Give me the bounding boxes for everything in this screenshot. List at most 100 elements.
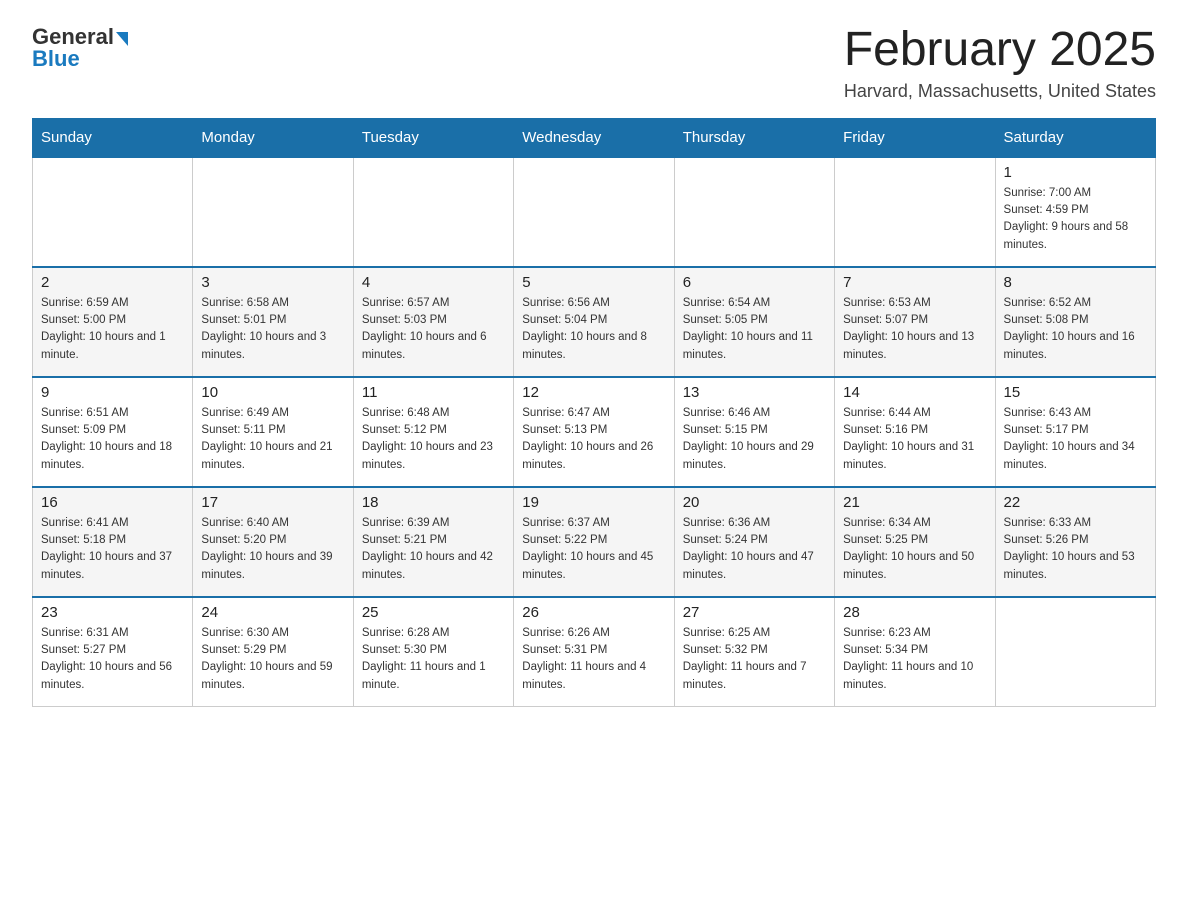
day-number: 16 xyxy=(41,494,184,511)
day-info: Sunrise: 6:51 AM Sunset: 5:09 PM Dayligh… xyxy=(41,405,184,474)
day-of-week-header: Wednesday xyxy=(514,118,674,157)
day-info: Sunrise: 6:48 AM Sunset: 5:12 PM Dayligh… xyxy=(362,405,505,474)
day-number: 12 xyxy=(522,384,665,401)
calendar-week-row: 9 Sunrise: 6:51 AM Sunset: 5:09 PM Daylig… xyxy=(33,377,1156,487)
day-info: Sunrise: 6:41 AM Sunset: 5:18 PM Dayligh… xyxy=(41,515,184,584)
day-info: Sunrise: 6:46 AM Sunset: 5:15 PM Dayligh… xyxy=(683,405,826,474)
calendar-cell: 20 Sunrise: 6:36 AM Sunset: 5:24 PM Dayli… xyxy=(674,487,834,597)
calendar-cell: 3 Sunrise: 6:58 AM Sunset: 5:01 PM Daylig… xyxy=(193,267,353,377)
day-number: 27 xyxy=(683,604,826,621)
calendar-cell: 1Sunrise: 7:00 AM Sunset: 4:59 PM Daylig… xyxy=(995,157,1155,267)
day-info: Sunrise: 6:36 AM Sunset: 5:24 PM Dayligh… xyxy=(683,515,826,584)
day-info: Sunrise: 6:28 AM Sunset: 5:30 PM Dayligh… xyxy=(362,625,505,694)
calendar-cell: 22 Sunrise: 6:33 AM Sunset: 5:26 PM Dayli… xyxy=(995,487,1155,597)
day-info: Sunrise: 6:49 AM Sunset: 5:11 PM Dayligh… xyxy=(201,405,344,474)
day-info: Sunrise: 6:47 AM Sunset: 5:13 PM Dayligh… xyxy=(522,405,665,474)
day-number: 9 xyxy=(41,384,184,401)
day-number: 2 xyxy=(41,274,184,291)
day-number: 24 xyxy=(201,604,344,621)
calendar-cell: 21 Sunrise: 6:34 AM Sunset: 5:25 PM Dayli… xyxy=(835,487,995,597)
calendar-cell xyxy=(835,157,995,267)
day-number: 25 xyxy=(362,604,505,621)
day-number: 17 xyxy=(201,494,344,511)
day-of-week-header: Monday xyxy=(193,118,353,157)
page-header: General Blue February 2025 Harvard, Mass… xyxy=(32,24,1156,102)
day-number: 13 xyxy=(683,384,826,401)
calendar-cell: 4 Sunrise: 6:57 AM Sunset: 5:03 PM Daylig… xyxy=(353,267,513,377)
logo: General Blue xyxy=(32,24,128,72)
day-info: Sunrise: 6:58 AM Sunset: 5:01 PM Dayligh… xyxy=(201,295,344,364)
day-of-week-header: Tuesday xyxy=(353,118,513,157)
day-number: 6 xyxy=(683,274,826,291)
day-number: 21 xyxy=(843,494,986,511)
day-of-week-header: Saturday xyxy=(995,118,1155,157)
day-info: Sunrise: 6:30 AM Sunset: 5:29 PM Dayligh… xyxy=(201,625,344,694)
location-text: Harvard, Massachusetts, United States xyxy=(844,81,1156,102)
calendar-cell: 11 Sunrise: 6:48 AM Sunset: 5:12 PM Dayli… xyxy=(353,377,513,487)
calendar-cell: 6Sunrise: 6:54 AM Sunset: 5:05 PM Daylig… xyxy=(674,267,834,377)
day-info: Sunrise: 6:43 AM Sunset: 5:17 PM Dayligh… xyxy=(1004,405,1147,474)
day-of-week-header: Friday xyxy=(835,118,995,157)
day-info: Sunrise: 6:31 AM Sunset: 5:27 PM Dayligh… xyxy=(41,625,184,694)
calendar-cell: 9 Sunrise: 6:51 AM Sunset: 5:09 PM Daylig… xyxy=(33,377,193,487)
calendar-cell xyxy=(353,157,513,267)
day-info: Sunrise: 6:59 AM Sunset: 5:00 PM Dayligh… xyxy=(41,295,184,364)
calendar-cell: 14 Sunrise: 6:44 AM Sunset: 5:16 PM Dayli… xyxy=(835,377,995,487)
calendar-cell xyxy=(33,157,193,267)
calendar-cell: 24 Sunrise: 6:30 AM Sunset: 5:29 PM Dayli… xyxy=(193,597,353,707)
day-number: 4 xyxy=(362,274,505,291)
day-info: Sunrise: 6:23 AM Sunset: 5:34 PM Dayligh… xyxy=(843,625,986,694)
calendar-cell: 19 Sunrise: 6:37 AM Sunset: 5:22 PM Dayli… xyxy=(514,487,674,597)
calendar-cell: 15Sunrise: 6:43 AM Sunset: 5:17 PM Dayli… xyxy=(995,377,1155,487)
calendar-week-row: 16 Sunrise: 6:41 AM Sunset: 5:18 PM Dayli… xyxy=(33,487,1156,597)
calendar-cell: 16 Sunrise: 6:41 AM Sunset: 5:18 PM Dayli… xyxy=(33,487,193,597)
calendar-week-row: 1Sunrise: 7:00 AM Sunset: 4:59 PM Daylig… xyxy=(33,157,1156,267)
calendar-cell: 26 Sunrise: 6:26 AM Sunset: 5:31 PM Dayli… xyxy=(514,597,674,707)
calendar-body: 1Sunrise: 7:00 AM Sunset: 4:59 PM Daylig… xyxy=(33,157,1156,707)
day-number: 20 xyxy=(683,494,826,511)
day-number: 14 xyxy=(843,384,986,401)
calendar-cell xyxy=(193,157,353,267)
calendar-header: SundayMondayTuesdayWednesdayThursdayFrid… xyxy=(33,118,1156,157)
calendar-cell xyxy=(674,157,834,267)
day-of-week-header: Thursday xyxy=(674,118,834,157)
day-info: Sunrise: 6:37 AM Sunset: 5:22 PM Dayligh… xyxy=(522,515,665,584)
calendar-cell: 28 Sunrise: 6:23 AM Sunset: 5:34 PM Dayli… xyxy=(835,597,995,707)
calendar-cell: 27 Sunrise: 6:25 AM Sunset: 5:32 PM Dayli… xyxy=(674,597,834,707)
logo-arrow-icon xyxy=(116,32,128,46)
day-info: Sunrise: 6:57 AM Sunset: 5:03 PM Dayligh… xyxy=(362,295,505,364)
day-number: 7 xyxy=(843,274,986,291)
calendar-table: SundayMondayTuesdayWednesdayThursdayFrid… xyxy=(32,118,1156,708)
day-number: 3 xyxy=(201,274,344,291)
day-of-week-header: Sunday xyxy=(33,118,193,157)
day-number: 11 xyxy=(362,384,505,401)
day-info: Sunrise: 6:26 AM Sunset: 5:31 PM Dayligh… xyxy=(522,625,665,694)
calendar-cell: 25 Sunrise: 6:28 AM Sunset: 5:30 PM Dayli… xyxy=(353,597,513,707)
title-section: February 2025 Harvard, Massachusetts, Un… xyxy=(844,24,1156,102)
day-number: 18 xyxy=(362,494,505,511)
calendar-cell: 12 Sunrise: 6:47 AM Sunset: 5:13 PM Dayli… xyxy=(514,377,674,487)
day-number: 8 xyxy=(1004,274,1147,291)
calendar-cell: 2 Sunrise: 6:59 AM Sunset: 5:00 PM Daylig… xyxy=(33,267,193,377)
day-number: 28 xyxy=(843,604,986,621)
calendar-cell xyxy=(995,597,1155,707)
day-info: Sunrise: 6:25 AM Sunset: 5:32 PM Dayligh… xyxy=(683,625,826,694)
day-info: Sunrise: 6:44 AM Sunset: 5:16 PM Dayligh… xyxy=(843,405,986,474)
calendar-cell: 23 Sunrise: 6:31 AM Sunset: 5:27 PM Dayli… xyxy=(33,597,193,707)
calendar-cell: 17 Sunrise: 6:40 AM Sunset: 5:20 PM Dayli… xyxy=(193,487,353,597)
day-number: 10 xyxy=(201,384,344,401)
day-number: 23 xyxy=(41,604,184,621)
calendar-week-row: 2 Sunrise: 6:59 AM Sunset: 5:00 PM Daylig… xyxy=(33,267,1156,377)
day-info: Sunrise: 7:00 AM Sunset: 4:59 PM Dayligh… xyxy=(1004,185,1147,254)
calendar-cell: 13 Sunrise: 6:46 AM Sunset: 5:15 PM Dayli… xyxy=(674,377,834,487)
day-info: Sunrise: 6:40 AM Sunset: 5:20 PM Dayligh… xyxy=(201,515,344,584)
calendar-cell: 10 Sunrise: 6:49 AM Sunset: 5:11 PM Dayli… xyxy=(193,377,353,487)
calendar-cell: 18Sunrise: 6:39 AM Sunset: 5:21 PM Dayli… xyxy=(353,487,513,597)
day-number: 22 xyxy=(1004,494,1147,511)
day-info: Sunrise: 6:33 AM Sunset: 5:26 PM Dayligh… xyxy=(1004,515,1147,584)
day-info: Sunrise: 6:34 AM Sunset: 5:25 PM Dayligh… xyxy=(843,515,986,584)
day-info: Sunrise: 6:56 AM Sunset: 5:04 PM Dayligh… xyxy=(522,295,665,364)
day-number: 19 xyxy=(522,494,665,511)
calendar-week-row: 23 Sunrise: 6:31 AM Sunset: 5:27 PM Dayli… xyxy=(33,597,1156,707)
day-number: 26 xyxy=(522,604,665,621)
